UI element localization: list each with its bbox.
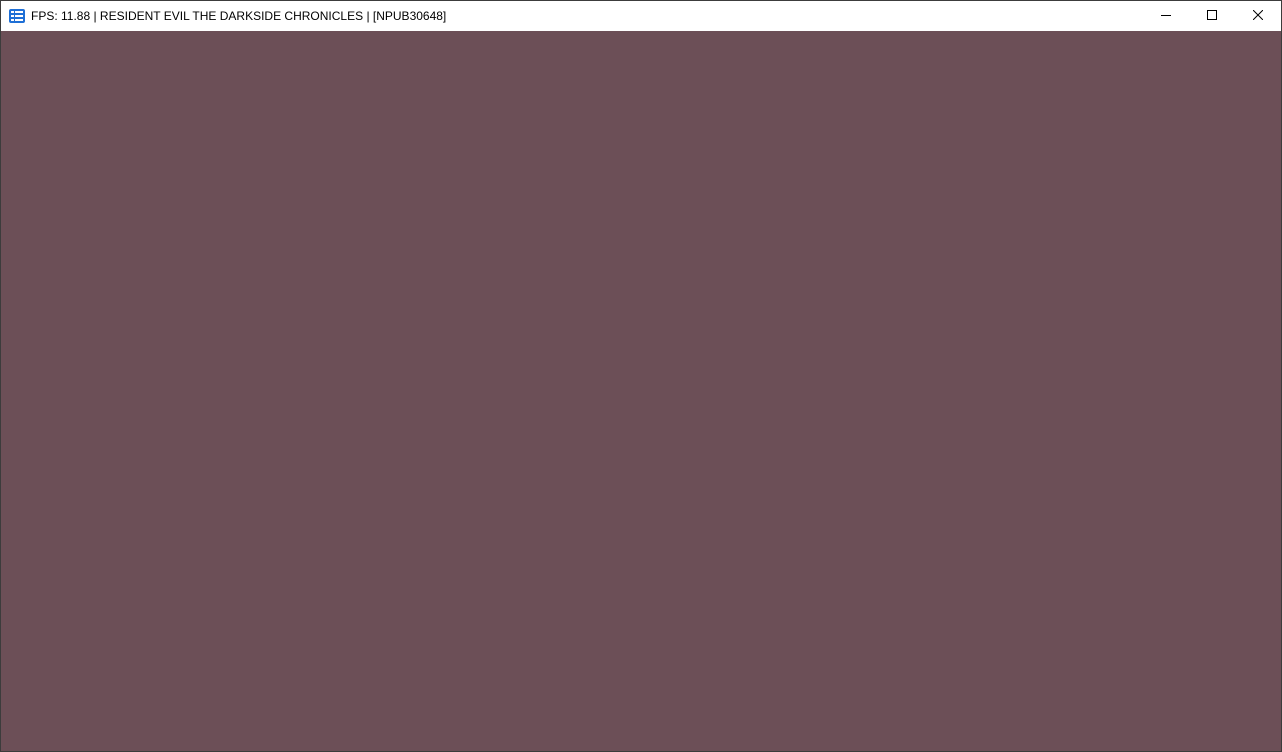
maximize-icon — [1207, 7, 1217, 25]
title-bar[interactable]: FPS: 11.88 | RESIDENT EVIL THE DARKSIDE … — [1, 1, 1281, 31]
caption-buttons — [1143, 1, 1281, 31]
maximize-button[interactable] — [1189, 1, 1235, 31]
game-render-viewport[interactable] — [1, 31, 1281, 751]
app-icon — [9, 9, 25, 23]
emulator-window: FPS: 11.88 | RESIDENT EVIL THE DARKSIDE … — [0, 0, 1282, 752]
window-title: FPS: 11.88 | RESIDENT EVIL THE DARKSIDE … — [31, 9, 447, 23]
close-button[interactable] — [1235, 1, 1281, 31]
minimize-icon — [1161, 7, 1171, 25]
minimize-button[interactable] — [1143, 1, 1189, 31]
close-icon — [1252, 7, 1264, 25]
